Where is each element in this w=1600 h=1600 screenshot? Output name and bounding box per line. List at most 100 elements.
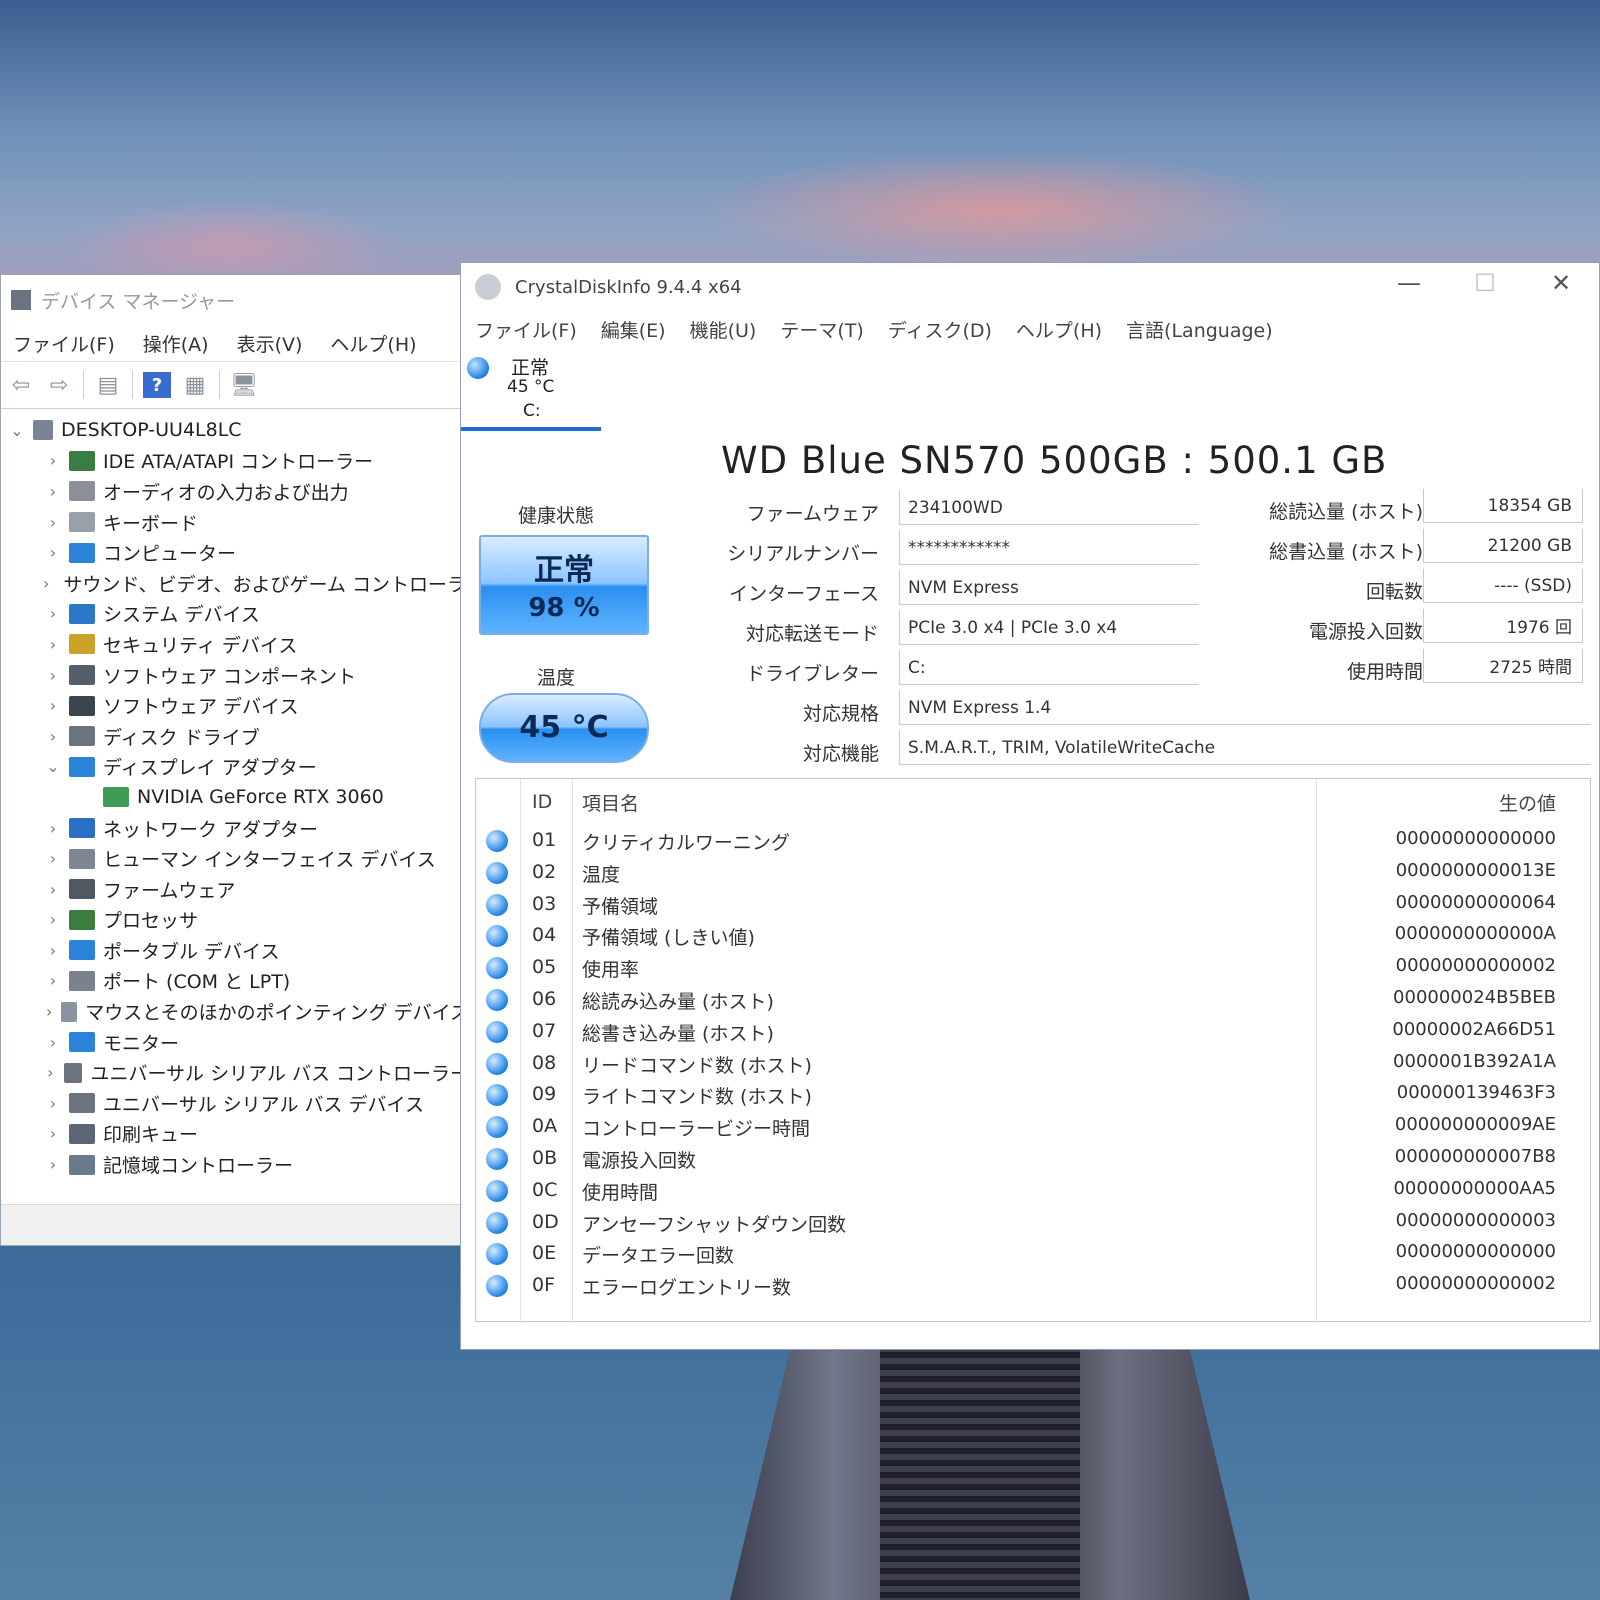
chevron-right-icon[interactable]: › [43,451,63,470]
smart-row[interactable]: 04 予備領域 (しきい値) 0000000000000A [476,920,1590,952]
cdi-menu-file[interactable]: ファイル(F) [475,316,577,343]
chevron-right-icon[interactable]: › [43,941,63,960]
transfer-mode-label: 対応転送モード [745,623,879,645]
tree-category-item[interactable]: › ソフトウェア デバイス [1,690,469,721]
chevron-right-icon[interactable]: › [43,574,49,593]
tree-category-item[interactable]: › ポート (COM と LPT) [1,966,469,997]
chevron-right-icon[interactable]: › [43,696,63,715]
device-manager-statusbar [1,1204,469,1245]
puzzle-icon [69,665,95,686]
tree-category-item[interactable]: › ソフトウェア コンポーネント [1,660,469,691]
chevron-right-icon[interactable]: › [43,482,63,501]
menu-file[interactable]: ファイル(F) [13,330,115,357]
tree-category-item[interactable]: › IDE ATA/ATAPI コントローラー [1,446,469,477]
tree-category-item[interactable]: › オーディオの入力および出力 [1,476,469,507]
cdi-menu-language[interactable]: 言語(Language) [1126,316,1273,343]
tree-category-item[interactable]: › ポータブル デバイス [1,935,469,966]
smart-header-id[interactable]: ID [532,791,552,813]
health-status-badge[interactable]: 正常 98 % [479,535,649,635]
smart-row[interactable]: 0B 電源投入回数 000000000007B8 [476,1143,1590,1175]
tree-category-item[interactable]: › ヒューマン インターフェイス デバイス [1,843,469,874]
gpu-icon [103,787,129,808]
cdi-menu-help[interactable]: ヘルプ(H) [1016,316,1102,343]
properties-icon[interactable]: ▤ [94,372,122,398]
smart-row[interactable]: 03 予備領域 00000000000064 [476,889,1590,921]
smart-row[interactable]: 0E データエラー回数 00000000000000 [476,1238,1590,1270]
cdi-menu-disk[interactable]: ディスク(D) [888,316,992,343]
tree-category-item[interactable]: › ユニバーサル シリアル バス コントローラー [1,1057,469,1088]
smart-row[interactable]: 0C 使用時間 00000000000AA5 [476,1175,1590,1207]
tree-category-item[interactable]: › プロセッサ [1,905,469,936]
menu-view[interactable]: 表示(V) [237,330,303,357]
chevron-right-icon[interactable]: › [43,513,63,532]
status-dot-icon [486,830,508,852]
maximize-icon[interactable]: ☐ [1447,263,1523,303]
smart-row[interactable]: 09 ライトコマンド数 (ホスト) 000000139463F3 [476,1079,1590,1111]
tree-category-item[interactable]: › ネットワーク アダプター [1,813,469,844]
chevron-right-icon[interactable]: › [43,666,63,685]
chevron-right-icon[interactable]: › [43,1002,55,1021]
smart-row[interactable]: 0D アンセーフシャットダウン回数 00000000000003 [476,1207,1590,1239]
smart-header-raw[interactable]: 生の値 [1499,789,1556,816]
minimize-icon[interactable]: — [1371,263,1447,303]
smart-raw-value: 00000000000002 [1395,955,1556,977]
tree-category-item[interactable]: › ユニバーサル シリアル バス デバイス [1,1088,469,1119]
cdi-menu-function[interactable]: 機能(U) [690,316,757,343]
chevron-right-icon[interactable]: › [43,971,63,990]
smart-name: クリティカルワーニング [582,832,790,854]
tree-category-item[interactable]: › セキュリティ デバイス [1,629,469,660]
tree-category-item[interactable]: › コンピューター [1,537,469,568]
disk-tab-c[interactable]: 正常 45 °C C: [461,351,601,431]
chevron-right-icon[interactable]: › [43,910,63,929]
scan-hardware-icon[interactable]: 🖥 [230,372,258,398]
chevron-right-icon[interactable]: › [43,604,63,623]
chevron-right-icon[interactable]: › [43,1063,58,1082]
chevron-right-icon[interactable]: › [43,849,63,868]
smart-table[interactable]: ID 項目名 生の値 01 クリティカルワーニング 00000000000000 02… [475,778,1591,1323]
smart-row[interactable]: 08 リードコマンド数 (ホスト) 0000001B392A1A [476,1048,1590,1080]
tree-category-item[interactable]: › マウスとそのほかのポインティング デバイス [1,996,469,1027]
smart-row[interactable]: 07 総書き込み量 (ホスト) 00000002A66D51 [476,1016,1590,1048]
menu-help[interactable]: ヘルプ(H) [330,330,416,357]
cdi-menu-edit[interactable]: 編集(E) [601,316,666,343]
view-icon[interactable]: ▦ [181,372,209,398]
chevron-right-icon[interactable]: › [43,819,63,838]
smart-row[interactable]: 05 使用率 00000000000002 [476,952,1590,984]
chevron-right-icon[interactable]: › [43,727,63,746]
tree-category-item[interactable]: › システム デバイス [1,599,469,630]
close-icon[interactable]: ✕ [1523,263,1599,303]
chevron-right-icon[interactable]: › [43,543,63,562]
chevron-right-icon[interactable]: › [43,1155,63,1174]
smart-row[interactable]: 06 総読み込み量 (ホスト) 000000024B5BEB [476,984,1590,1016]
tree-category-item[interactable]: › サウンド、ビデオ、およびゲーム コントローラー [1,568,485,599]
smart-row[interactable]: 0F エラーログエントリー数 00000000000002 [476,1270,1590,1302]
smart-header-name[interactable]: 項目名 [582,789,639,816]
back-arrow-icon[interactable]: ⇦ [7,372,35,398]
chevron-right-icon[interactable]: › [43,635,63,654]
tree-category-item[interactable]: ⌄ ディスプレイ アダプター [1,752,469,783]
chevron-right-icon[interactable]: › [43,1094,63,1113]
forward-arrow-icon[interactable]: ⇨ [45,372,73,398]
smart-row[interactable]: 02 温度 0000000000013E [476,857,1590,889]
smart-row[interactable]: 0A コントローラービジー時間 000000000009AE [476,1111,1590,1143]
chevron-right-icon[interactable]: › [43,1124,63,1143]
cdi-menu-theme[interactable]: テーマ(T) [780,316,863,343]
chevron-down-icon[interactable]: ⌄ [7,421,27,440]
tree-category-item[interactable]: › モニター [1,1027,469,1058]
chevron-right-icon[interactable]: › [43,1033,63,1052]
smart-name: データエラー回数 [582,1245,735,1268]
tree-root[interactable]: ⌄ DESKTOP-UU4L8LC [1,415,469,446]
menu-action[interactable]: 操作(A) [143,330,209,357]
help-icon[interactable]: ? [143,372,171,398]
chevron-right-icon[interactable]: › [43,880,63,899]
tree-child-item[interactable]: NVIDIA GeForce RTX 3060 [1,782,469,813]
temperature-badge[interactable]: 45 °C [479,693,649,763]
smart-row[interactable]: 01 クリティカルワーニング 00000000000000 [476,825,1590,857]
tree-category-item[interactable]: › ファームウェア [1,874,469,905]
tree-category-item[interactable]: › 記憶域コントローラー [1,1149,469,1180]
tree-category-item[interactable]: › キーボード [1,507,469,538]
status-dot-icon [486,957,508,980]
tree-category-item[interactable]: › ディスク ドライブ [1,721,469,752]
tree-category-item[interactable]: › 印刷キュー [1,1119,469,1150]
chevron-down-icon[interactable]: ⌄ [43,757,63,776]
